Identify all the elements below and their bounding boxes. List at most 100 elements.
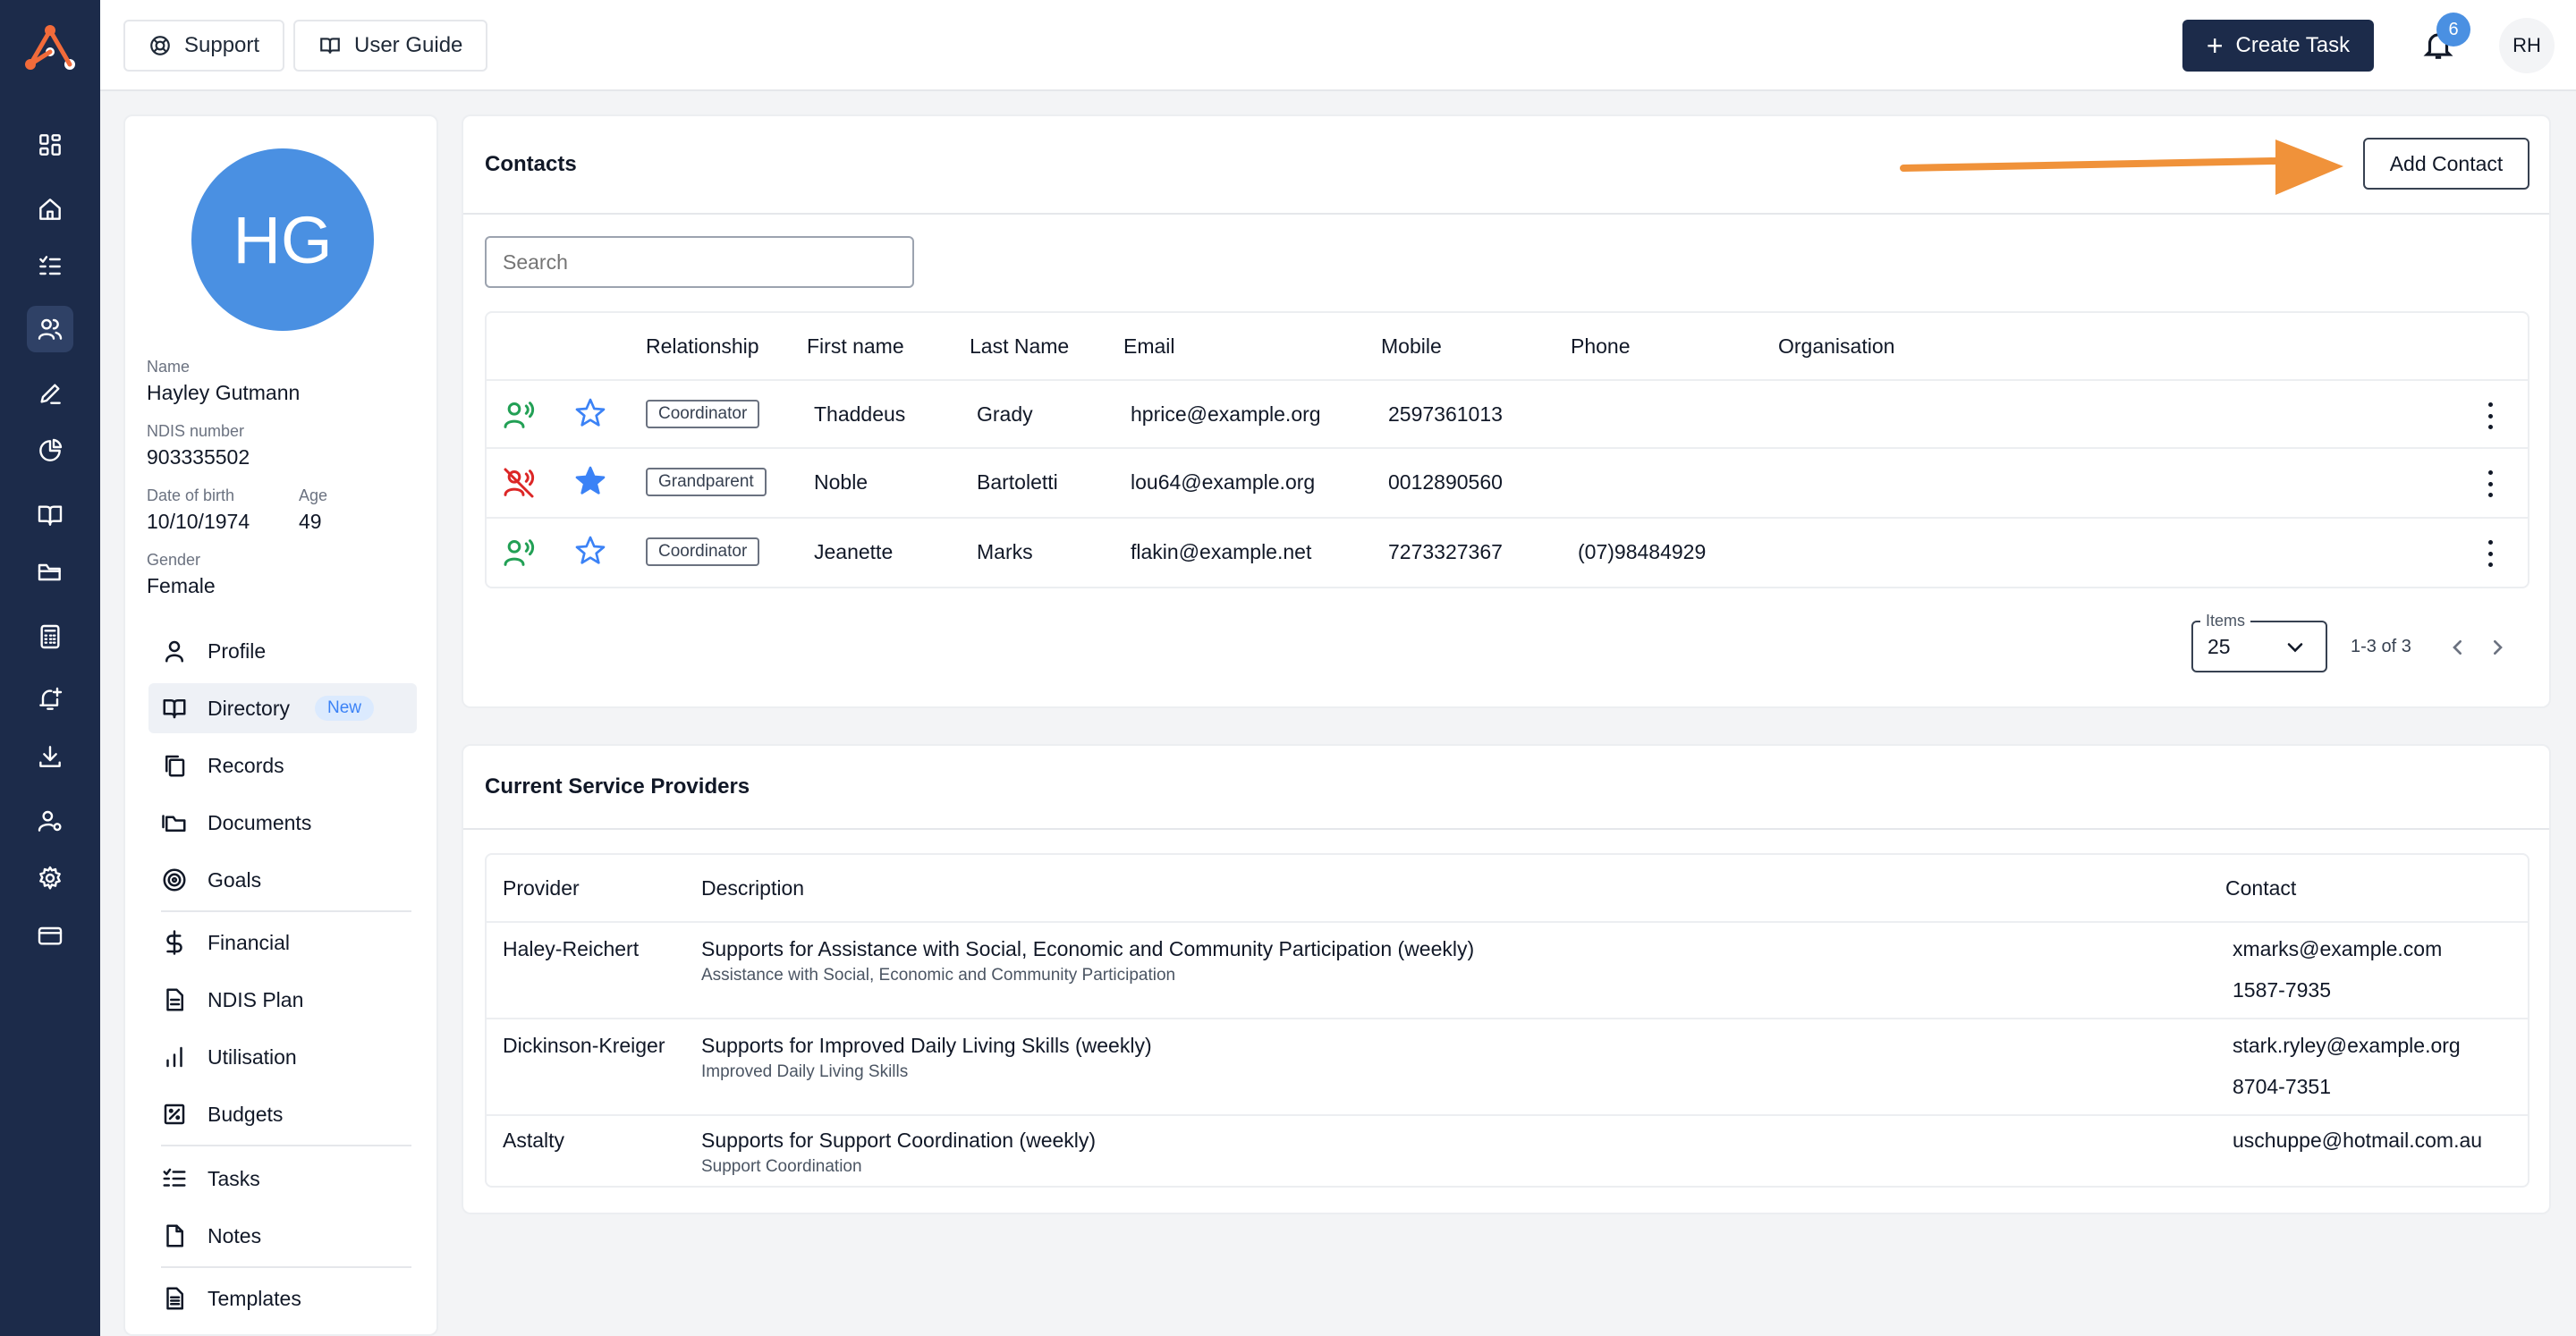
nav-financial[interactable]: Financial [148,917,417,968]
nav-documents[interactable]: Documents [148,798,417,848]
pen-icon[interactable] [27,370,73,417]
mobile: 0012890560 [1388,470,1503,494]
col-organisation[interactable]: Organisation [1778,334,1894,359]
notification-count-badge: 6 [2436,13,2470,47]
nav-tasks[interactable]: Tasks [148,1154,417,1204]
row-divider [487,447,2528,449]
nav-templates[interactable]: Templates [148,1273,417,1323]
app-rail [0,0,100,1336]
col-last-name[interactable]: Last Name [970,334,1069,359]
ndis-label: NDIS number [147,422,245,440]
user-settings-icon[interactable] [27,798,73,844]
nav-label: Utilisation [208,1044,297,1069]
support-label: Support [184,33,260,57]
row-divider [487,379,2528,381]
nav-records[interactable]: Records [148,740,417,791]
row-menu-icon[interactable] [2481,402,2499,429]
support-button[interactable]: Support [123,20,285,72]
email: hprice@example.org [1131,402,1321,426]
dob-label: Date of birth [147,486,235,504]
col-email[interactable]: Email [1123,334,1175,359]
calculator-icon[interactable] [27,613,73,660]
provider-name: Astalty [503,1129,565,1152]
user-guide-label: User Guide [354,33,463,57]
providers-title: Current Service Providers [485,774,750,799]
gear-icon[interactable] [27,855,73,901]
checklist-icon[interactable] [27,243,73,290]
nav-utilisation[interactable]: Utilisation [148,1032,417,1082]
row-menu-icon[interactable] [2481,540,2499,567]
star-filled-icon[interactable] [572,463,608,499]
person-icon [165,640,183,663]
col-phone[interactable]: Phone [1571,334,1631,359]
row-divider [487,1018,2528,1019]
client-profile-card: HG Name Hayley Gutmann NDIS number 90333… [123,114,438,1336]
star-outline-icon[interactable] [572,395,608,431]
col-relationship[interactable]: Relationship [646,334,759,359]
nav-label: Goals [208,867,262,892]
col-description[interactable]: Description [701,876,804,901]
provider-sub-description: Improved Daily Living Skills [701,1062,909,1081]
col-provider[interactable]: Provider [503,876,580,901]
next-page-icon[interactable] [2483,633,2512,662]
book-icon[interactable] [27,492,73,538]
age-label: Age [299,486,328,504]
nav-divider [161,1145,411,1146]
bell-plus-icon[interactable] [27,676,73,723]
nav-budgets[interactable]: Budgets [148,1089,417,1139]
credit-card-icon[interactable] [27,912,73,959]
email: lou64@example.org [1131,470,1316,494]
nav-goals[interactable]: Goals [148,855,417,905]
new-badge: New [315,696,375,721]
first-name: Thaddeus [814,402,906,426]
row-menu-icon[interactable] [2481,470,2499,497]
provider-description: Supports for Assistance with Social, Eco… [701,937,1475,960]
contacts-table [485,311,2529,588]
create-task-button[interactable]: + Create Task [2182,20,2374,72]
add-contact-button[interactable]: Add Contact [2363,138,2529,190]
dashboard-icon[interactable] [27,122,73,168]
col-first-name[interactable]: First name [807,334,904,359]
client-avatar: HG [191,148,374,331]
nav-directory[interactable]: Directory New [148,683,417,733]
users-icon[interactable] [27,306,73,352]
card-divider [463,213,2549,215]
contactable-icon [501,397,537,433]
home-icon[interactable] [27,186,73,233]
nav-profile[interactable]: Profile [148,626,417,676]
card-divider [463,828,2549,830]
checklist-icon [163,1168,186,1187]
bar-chart-icon [166,1046,182,1068]
nav-ndis-plan[interactable]: NDIS Plan [148,975,417,1025]
contacts-title: Contacts [485,152,577,176]
app-logo-icon[interactable] [23,23,77,73]
gender-value: Female [147,574,216,597]
download-icon[interactable] [27,733,73,780]
book-icon [320,38,340,54]
prev-page-icon[interactable] [2444,633,2472,662]
create-task-label: Create Task [2235,33,2351,57]
nav-label: Budgets [208,1102,284,1126]
row-divider [487,1114,2528,1116]
user-avatar[interactable]: RH [2499,18,2555,73]
col-contact[interactable]: Contact [2225,876,2296,901]
col-mobile[interactable]: Mobile [1381,334,1442,359]
nav-label: Directory [208,696,291,720]
note-icon [166,1224,183,1247]
folder-icon[interactable] [27,549,73,596]
nav-label: Financial [208,930,291,954]
provider-sub-description: Support Coordination [701,1157,862,1176]
last-name: Grady [977,402,1033,426]
nav-label: Profile [208,638,267,663]
book-icon [163,699,186,719]
nav-notes[interactable]: Notes [148,1211,417,1261]
user-guide-button[interactable]: User Guide [293,20,488,72]
first-name: Noble [814,470,869,494]
pie-chart-icon[interactable] [27,427,73,474]
plus-icon: + [2206,30,2224,62]
contacts-search-input[interactable] [485,236,914,288]
row-divider [487,517,2528,519]
star-outline-icon[interactable] [572,533,608,569]
client-name: Hayley Gutmann [147,381,301,404]
provider-description: Supports for Support Coordination (weekl… [701,1129,1097,1152]
